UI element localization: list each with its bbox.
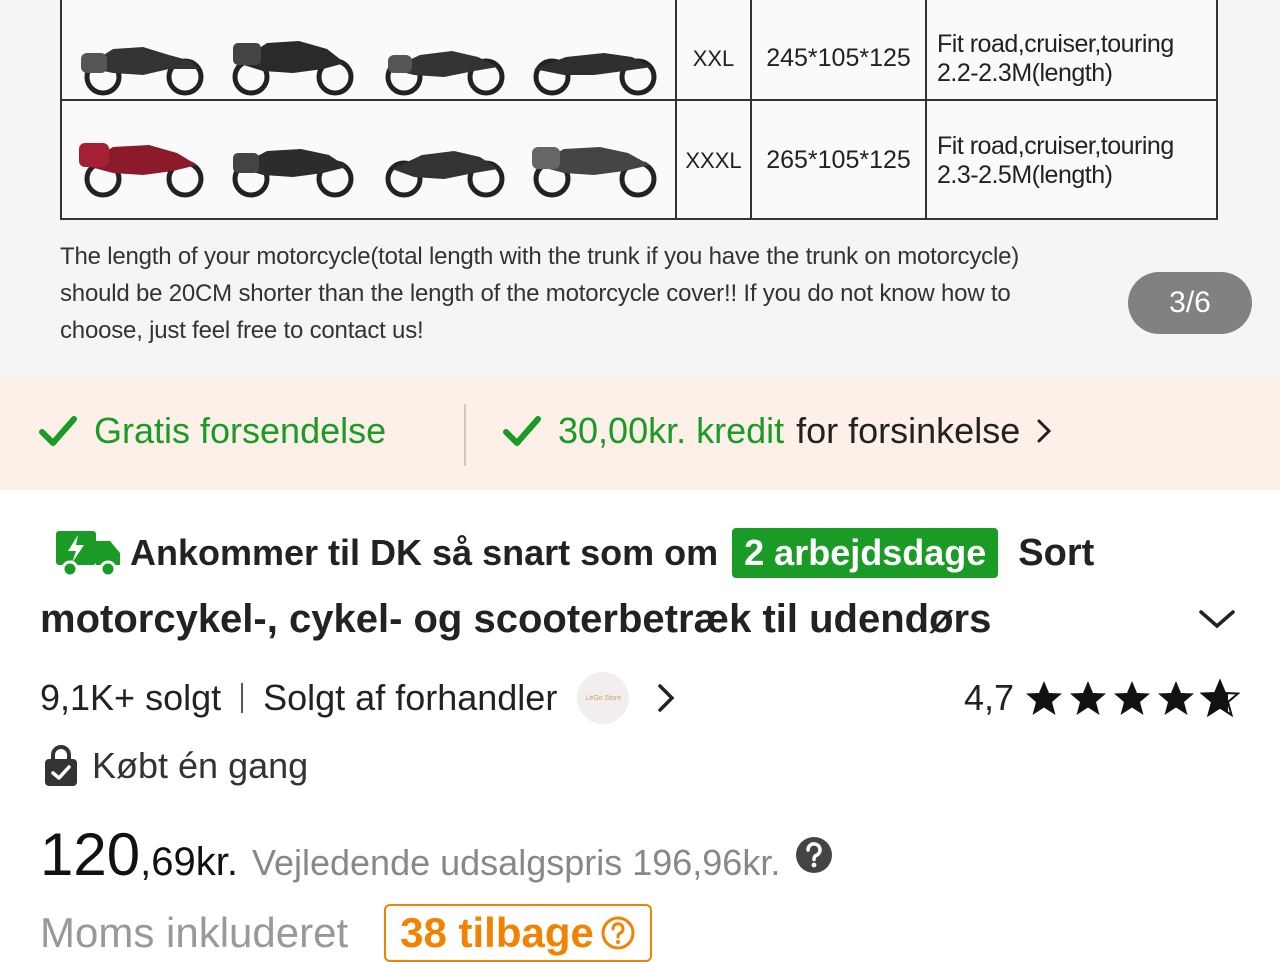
product-title-block: Ankommer til DK så snart som om 2 arbejd… bbox=[40, 522, 1240, 654]
size-chart-table: XXL 245*105*125 Fit road,cruiser,touring… bbox=[60, 0, 1218, 220]
star-half-icon bbox=[1200, 678, 1240, 718]
rating-value: 4,7 bbox=[963, 677, 1014, 718]
credit-suffix: for forsinkelse bbox=[796, 410, 1021, 451]
seller-avatar[interactable]: LeGo Store bbox=[577, 672, 630, 724]
vat-row: Moms inkluderet 38 tilbage bbox=[40, 904, 652, 962]
delay-credit-benefit[interactable]: 30,00kr. kredit for forsinkelse bbox=[502, 410, 1054, 452]
motorcycle-images bbox=[62, 0, 677, 99]
star-icon bbox=[1114, 681, 1150, 715]
rating[interactable]: 4,7 bbox=[964, 672, 1240, 724]
arrival-text: Ankommer til DK så snart som om bbox=[130, 532, 719, 573]
fit-length: 2.3-2.5M(length) bbox=[937, 160, 1113, 189]
motorcycle-image bbox=[79, 142, 204, 197]
product-title-start: Sort bbox=[1018, 531, 1095, 574]
fit-length: 2.2-2.3M(length) bbox=[937, 58, 1113, 87]
size-note-line: choose, just feel free to contact us! bbox=[60, 317, 424, 344]
size-row-xxl: XXL 245*105*125 Fit road,cruiser,touring… bbox=[62, 0, 1216, 101]
size-note-line: The length of your motorcycle(total leng… bbox=[60, 243, 1020, 270]
size-fit: Fit road,cruiser,touring 2.3-2.5M(length… bbox=[927, 101, 1216, 220]
help-icon[interactable] bbox=[794, 835, 834, 875]
stock-left-label: 38 tilbage bbox=[400, 909, 594, 956]
divider bbox=[241, 683, 244, 713]
price-currency: kr. bbox=[195, 840, 238, 884]
size-note: The length of your motorcycle(total leng… bbox=[60, 238, 1230, 349]
chevron-down-icon[interactable] bbox=[1195, 604, 1239, 634]
free-shipping-label: Gratis forsendelse bbox=[94, 410, 387, 451]
divider bbox=[464, 404, 466, 466]
chevron-right-icon bbox=[1037, 419, 1052, 443]
product-meta-row: 9,1K+ solgt Solgt af forhandler LeGo Sto… bbox=[40, 672, 1240, 724]
fit-line: Fit road,cruiser,touring bbox=[937, 29, 1174, 58]
price-decimal: ,69 bbox=[140, 840, 196, 884]
motorcycle-images bbox=[62, 101, 677, 220]
star-icon bbox=[1026, 681, 1062, 715]
credit-amount: 30,00kr. kredit bbox=[558, 410, 785, 451]
chevron-right-icon[interactable] bbox=[655, 681, 677, 715]
check-icon bbox=[39, 416, 77, 446]
size-dimensions: 265*105*125 bbox=[752, 101, 927, 220]
product-title: motorcykel-, cykel- og scooterbetræk til… bbox=[40, 596, 992, 641]
motorcycle-image bbox=[385, 150, 505, 197]
star-icon bbox=[1158, 681, 1194, 715]
size-label: XXXL bbox=[677, 101, 752, 220]
price-row: 120 ,69 kr. Vejledende udsalgspris 196,9… bbox=[40, 820, 834, 890]
star-icon bbox=[1070, 681, 1106, 715]
sold-count: 9,1K+ solgt bbox=[40, 677, 222, 718]
motorcycle-image bbox=[385, 50, 505, 95]
motorcycle-image bbox=[232, 40, 354, 95]
image-page-indicator: 3/6 bbox=[1128, 272, 1252, 334]
size-dimensions: 245*105*125 bbox=[752, 0, 927, 99]
price-integer: 120 bbox=[40, 821, 141, 888]
vat-included-label: Moms inkluderet bbox=[40, 909, 349, 956]
delivery-truck-icon bbox=[56, 531, 120, 578]
product-image[interactable]: XXL 245*105*125 Fit road,cruiser,touring… bbox=[0, 0, 1280, 378]
check-icon bbox=[503, 416, 541, 446]
free-shipping-benefit: Gratis forsendelse bbox=[38, 410, 386, 452]
benefits-strip[interactable]: Gratis forsendelse 30,00kr. kredit for f… bbox=[0, 378, 1280, 490]
size-label: XXL bbox=[677, 0, 752, 99]
size-row-xxxl: XXXL 265*105*125 Fit road,cruiser,tourin… bbox=[62, 101, 1216, 220]
seller-link-label[interactable]: Solgt af forhandler bbox=[263, 677, 557, 719]
motorcycle-image bbox=[81, 46, 204, 95]
reference-price: Vejledende udsalgspris 196,96kr. bbox=[251, 842, 781, 883]
question-circle-icon bbox=[601, 916, 635, 950]
stock-left-badge[interactable]: 38 tilbage bbox=[384, 904, 652, 962]
bought-once-row: Købt én gang bbox=[42, 744, 308, 788]
motorcycle-image bbox=[232, 148, 354, 197]
motorcycle-image bbox=[533, 52, 657, 95]
size-fit: Fit road,cruiser,touring 2.2-2.3M(length… bbox=[927, 0, 1216, 99]
arrival-days-badge: 2 arbejdsdage bbox=[732, 528, 999, 578]
bought-once-label: Købt én gang bbox=[92, 745, 309, 786]
shopping-bag-icon bbox=[45, 745, 77, 786]
fit-line: Fit road,cruiser,touring bbox=[937, 131, 1174, 160]
size-note-line: should be 20CM shorter than the length o… bbox=[60, 280, 1011, 307]
motorcycle-image bbox=[531, 146, 657, 197]
